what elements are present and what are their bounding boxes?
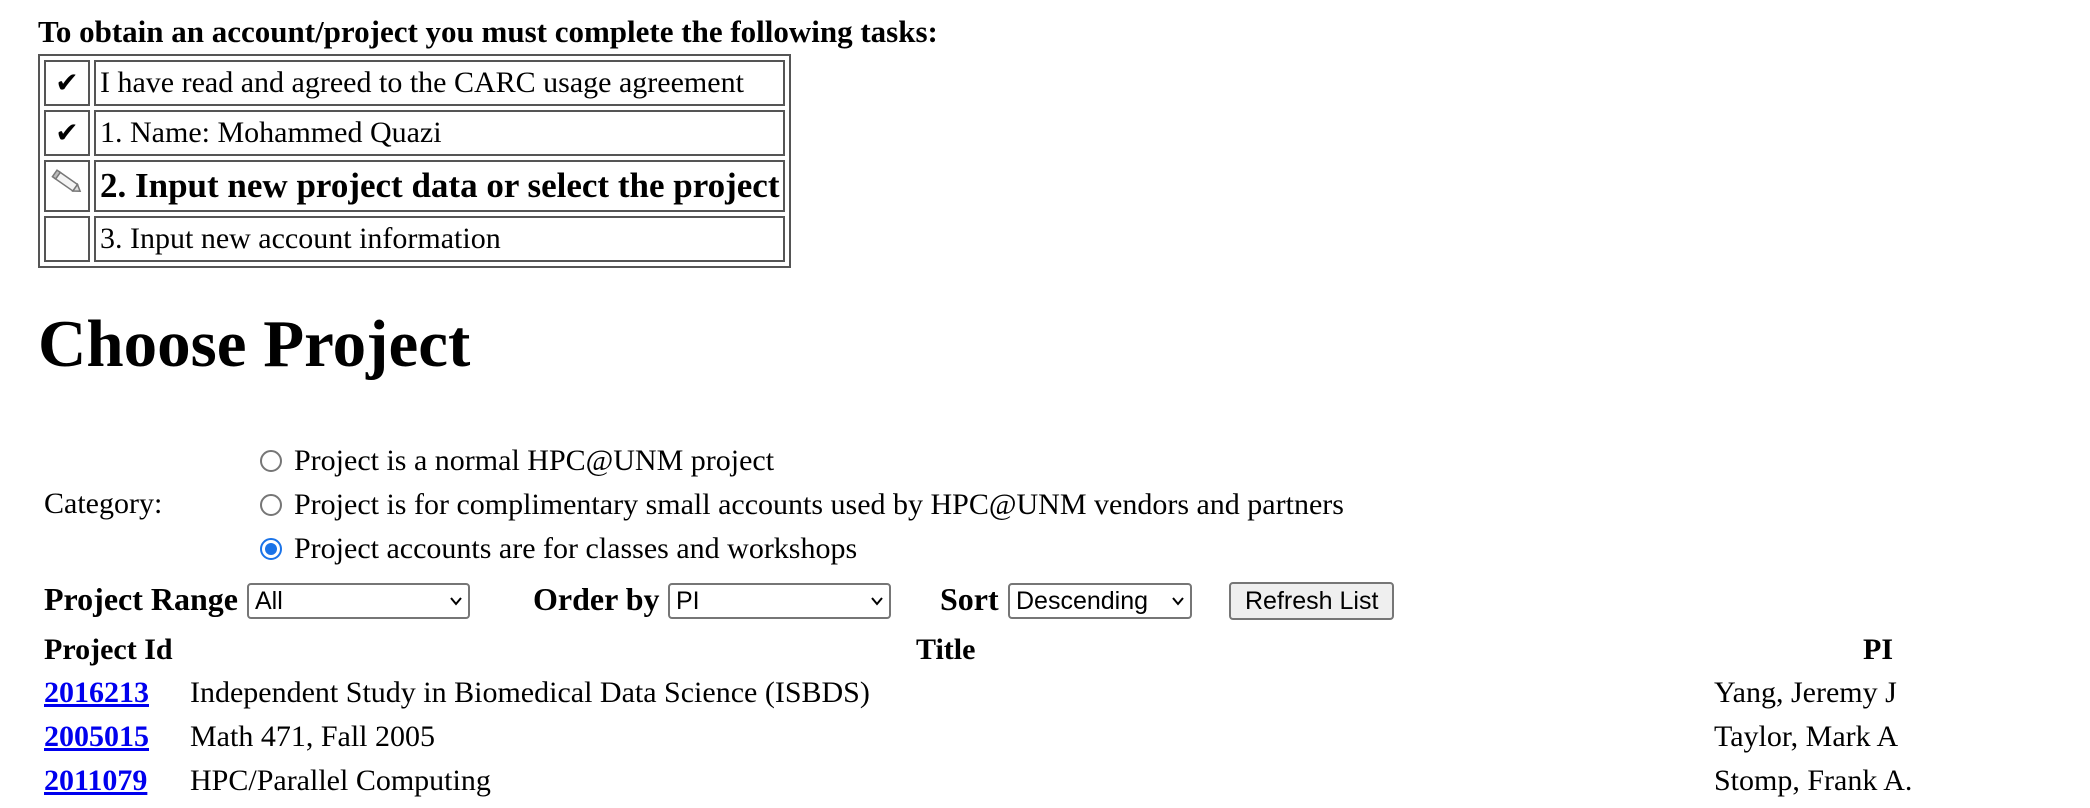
project-title: HPC/Parallel Computing xyxy=(190,764,491,797)
column-header-project-id: Project Id xyxy=(44,633,173,666)
task-row: ✔ 1. Name: Mohammed Quazi xyxy=(44,110,786,156)
task-row: ✔ I have read and agreed to the CARC usa… xyxy=(44,60,786,106)
task-status-cell: ✔ xyxy=(44,110,90,156)
order-by-select[interactable]: PI xyxy=(668,583,891,619)
category-option-label: Project is a normal HPC@UNM project xyxy=(294,444,775,477)
category-option-complimentary[interactable]: Project is for complimentary small accou… xyxy=(260,488,1344,522)
category-option-classes[interactable]: Project accounts are for classes and wor… xyxy=(260,532,857,566)
page-title: Choose Project xyxy=(38,307,471,381)
pencil-icon xyxy=(51,168,82,192)
order-by-label: Order by xyxy=(533,581,660,617)
task-label: I have read and agreed to the CARC usage… xyxy=(94,60,786,106)
task-label: 1. Name: Mohammed Quazi xyxy=(94,110,786,156)
radio-button-selected[interactable] xyxy=(260,538,282,560)
radio-button[interactable] xyxy=(260,494,282,516)
column-header-pi: PI xyxy=(1863,633,1893,666)
project-id-link[interactable]: 2005015 xyxy=(44,720,149,754)
table-row: 2016213 Independent Study in Biomedical … xyxy=(0,676,2090,720)
category-option-normal[interactable]: Project is a normal HPC@UNM project xyxy=(260,444,774,478)
task-status-cell: ✔ xyxy=(44,60,90,106)
radio-button[interactable] xyxy=(260,450,282,472)
task-status-cell xyxy=(44,160,90,212)
project-pi: Yang, Jeremy J xyxy=(1714,676,1897,709)
chevron-down-icon xyxy=(450,597,462,606)
task-row-current: 2. Input new project data or select the … xyxy=(44,160,786,212)
task-label: 2. Input new project data or select the … xyxy=(94,160,786,212)
task-status-cell xyxy=(44,216,90,262)
chevron-down-icon xyxy=(871,597,883,606)
chevron-down-icon xyxy=(1172,597,1184,606)
project-id-link[interactable]: 2011079 xyxy=(44,764,147,798)
table-row: 2011079 HPC/Parallel Computing Stomp, Fr… xyxy=(0,764,2090,808)
sort-label: Sort xyxy=(940,581,999,617)
category-option-label: Project accounts are for classes and wor… xyxy=(294,532,858,565)
project-pi: Taylor, Mark A xyxy=(1714,720,1899,753)
column-header-title: Title xyxy=(916,633,976,666)
project-title: Independent Study in Biomedical Data Sci… xyxy=(190,676,870,709)
order-by-value: PI xyxy=(676,586,700,615)
task-row: 3. Input new account information xyxy=(44,216,786,262)
sort-value: Descending xyxy=(1016,586,1149,615)
project-pi: Stomp, Frank A. xyxy=(1714,764,1913,797)
category-label: Category: xyxy=(44,487,163,520)
project-range-label: Project Range xyxy=(44,581,238,617)
project-id-link[interactable]: 2016213 xyxy=(44,676,149,710)
sort-select[interactable]: Descending xyxy=(1008,583,1192,619)
category-option-label: Project is for complimentary small accou… xyxy=(294,488,1344,521)
checkmark-icon: ✔ xyxy=(55,118,79,149)
checkmark-icon: ✔ xyxy=(55,68,79,99)
project-range-value: All xyxy=(255,586,283,615)
task-label: 3. Input new account information xyxy=(94,216,786,262)
project-range-select[interactable]: All xyxy=(247,583,470,619)
project-title: Math 471, Fall 2005 xyxy=(190,720,435,753)
table-row: 2005015 Math 471, Fall 2005 Taylor, Mark… xyxy=(0,720,2090,764)
tasks-intro: To obtain an account/project you must co… xyxy=(38,14,938,49)
refresh-list-button[interactable]: Refresh List xyxy=(1229,582,1395,620)
task-checklist: ✔ I have read and agreed to the CARC usa… xyxy=(38,54,792,268)
